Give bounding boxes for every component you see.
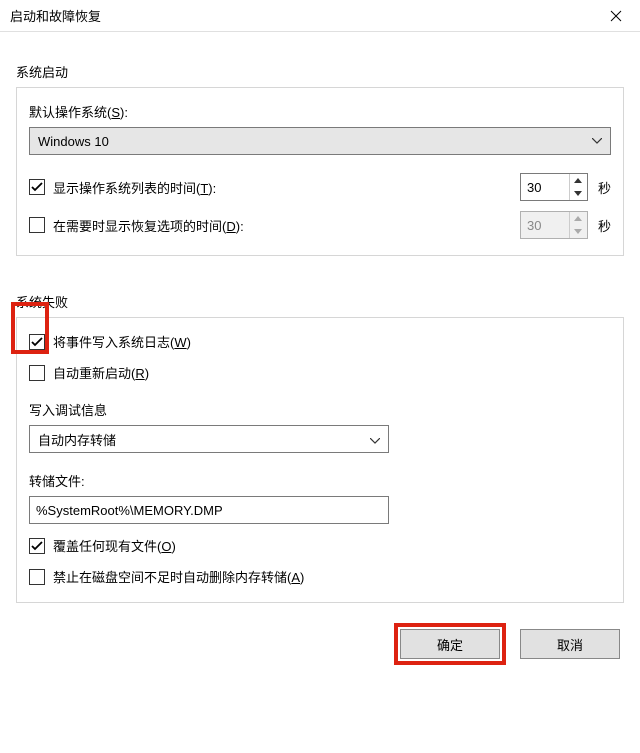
close-icon xyxy=(610,10,622,22)
seconds-unit: 秒 xyxy=(598,216,611,235)
show-os-list-seconds-input[interactable] xyxy=(521,174,569,200)
debug-info-value: 自动内存转储 xyxy=(38,430,116,449)
default-os-label: 默认操作系统(S): xyxy=(29,102,611,121)
write-event-log-label: 将事件写入系统日志(W) xyxy=(53,332,191,351)
default-os-select[interactable]: Windows 10 xyxy=(29,127,611,155)
no-auto-delete-label: 禁止在磁盘空间不足时自动删除内存转储(A) xyxy=(53,567,304,586)
startup-group: 默认操作系统(S): Windows 10 显示操作系统列表的时间(T): 秒 xyxy=(16,87,624,256)
failure-group: 将事件写入系统日志(W) 自动重新启动(R) 写入调试信息 自动内存转储 转储文… xyxy=(16,317,624,603)
chevron-down-icon xyxy=(370,432,380,447)
show-recovery-seconds-input xyxy=(521,212,569,238)
default-os-value: Windows 10 xyxy=(38,134,109,149)
debug-info-label: 写入调试信息 xyxy=(29,400,611,419)
overwrite-label: 覆盖任何现有文件(O) xyxy=(53,536,176,555)
write-event-log-checkbox[interactable] xyxy=(29,334,45,350)
show-os-list-label: 显示操作系统列表的时间(T): xyxy=(53,178,216,197)
no-auto-delete-checkbox[interactable] xyxy=(29,569,45,585)
show-os-list-seconds-spinner[interactable] xyxy=(520,173,588,201)
spinner-up-icon xyxy=(570,212,587,225)
chevron-down-icon xyxy=(592,138,602,144)
dump-file-input[interactable]: %SystemRoot%\MEMORY.DMP xyxy=(29,496,389,524)
debug-info-select[interactable]: 自动内存转储 xyxy=(29,425,389,453)
auto-restart-label: 自动重新启动(R) xyxy=(53,363,149,382)
auto-restart-checkbox[interactable] xyxy=(29,365,45,381)
show-recovery-seconds-spinner xyxy=(520,211,588,239)
overwrite-checkbox[interactable] xyxy=(29,538,45,554)
seconds-unit: 秒 xyxy=(598,178,611,197)
title-bar: 启动和故障恢复 xyxy=(0,0,640,32)
cancel-button[interactable]: 取消 xyxy=(520,629,620,659)
ok-button[interactable]: 确定 xyxy=(400,629,500,659)
show-os-list-checkbox[interactable] xyxy=(29,179,45,195)
failure-group-label: 系统失败 xyxy=(16,292,624,311)
spinner-down-icon[interactable] xyxy=(570,187,587,200)
dump-file-label: 转储文件: xyxy=(29,471,611,490)
show-recovery-checkbox[interactable] xyxy=(29,217,45,233)
dump-file-value: %SystemRoot%\MEMORY.DMP xyxy=(36,503,223,518)
window-title: 启动和故障恢复 xyxy=(10,6,101,25)
dialog-buttons: 确定 取消 xyxy=(0,611,640,677)
show-recovery-label: 在需要时显示恢复选项的时间(D): xyxy=(53,216,244,235)
spinner-down-icon xyxy=(570,225,587,238)
spinner-up-icon[interactable] xyxy=(570,174,587,187)
close-button[interactable] xyxy=(596,1,636,31)
startup-group-label: 系统启动 xyxy=(16,62,624,81)
